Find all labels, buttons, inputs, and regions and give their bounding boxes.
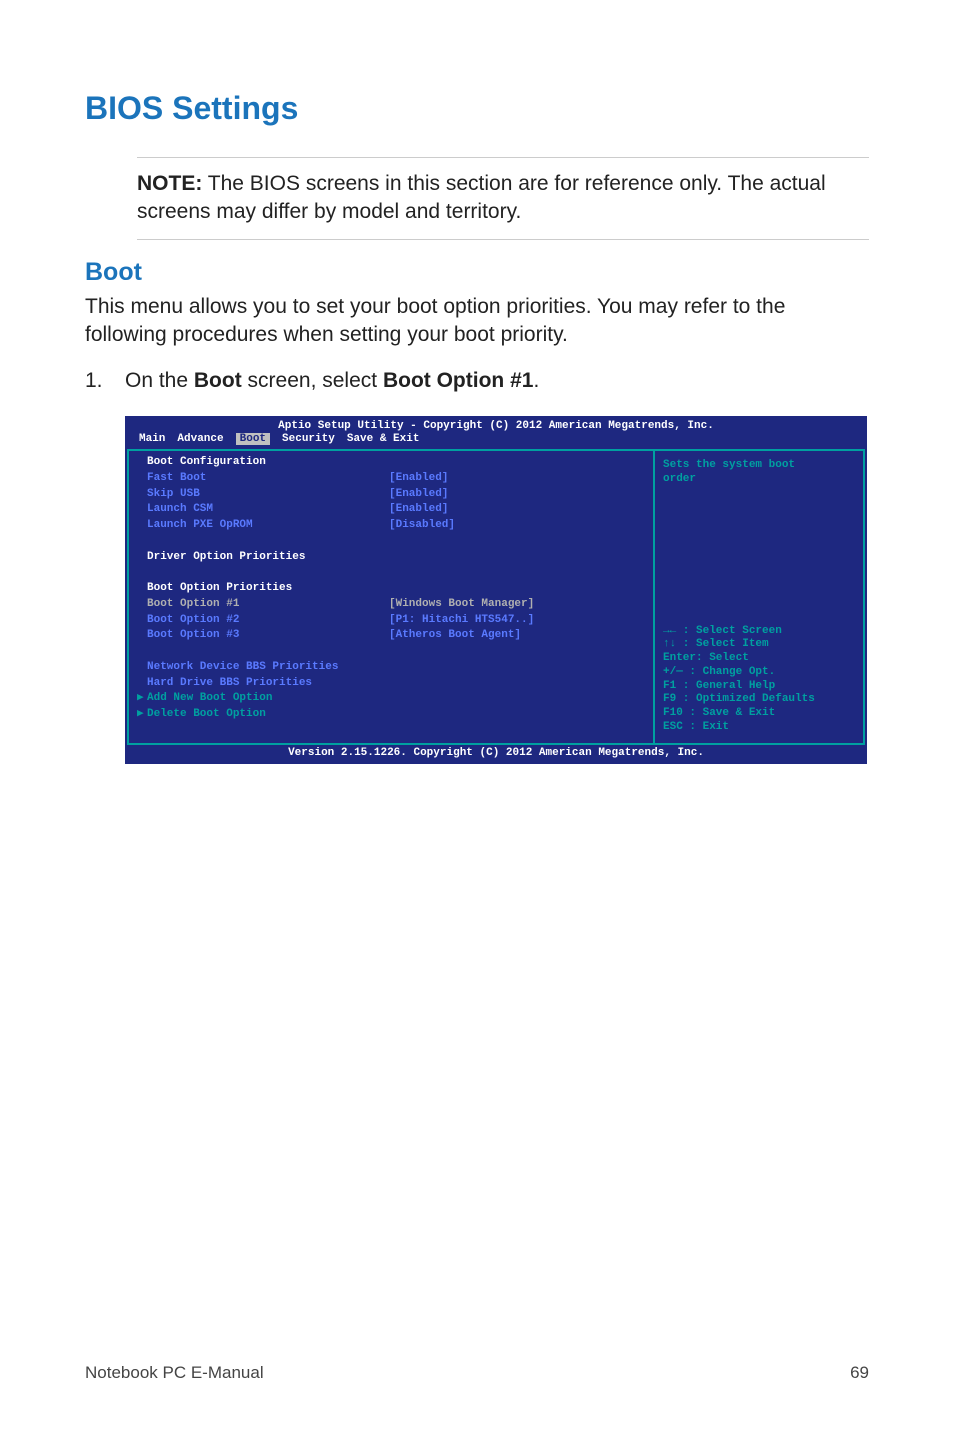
row-launch-pxe[interactable]: Launch PXE OpROM [Disabled]	[129, 518, 653, 534]
value-boot-option-1: [Windows Boot Manager]	[389, 598, 653, 612]
label-launch-csm: Launch CSM	[129, 503, 389, 517]
page-title: BIOS Settings	[85, 90, 869, 127]
key-select-screen: →← : Select Screen	[663, 625, 855, 639]
row-boot-option-1[interactable]: Boot Option #1 [Windows Boot Manager]	[129, 597, 653, 613]
step-pre: On the	[125, 369, 194, 392]
label-add-boot-option: Add New Boot Option	[147, 692, 272, 706]
intro-text: This menu allows you to set your boot op…	[85, 293, 869, 350]
row-fast-boot[interactable]: Fast Boot [Enabled]	[129, 471, 653, 487]
value-boot-option-3: [Atheros Boot Agent]	[389, 629, 653, 643]
label-harddrive-bbs: Hard Drive BBS Priorities	[129, 677, 312, 691]
label-launch-pxe: Launch PXE OpROM	[129, 519, 389, 533]
note-label: NOTE:	[137, 172, 202, 195]
row-boot-option-2[interactable]: Boot Option #2 [P1: Hitachi HTS547..]	[129, 613, 653, 629]
tab-boot[interactable]: Boot	[236, 433, 270, 445]
key-legend: →← : Select Screen ↑↓ : Select Item Ente…	[663, 625, 855, 735]
note-text: The BIOS screens in this section are for…	[137, 172, 826, 223]
key-general-help: F1 : General Help	[663, 680, 855, 694]
page-footer: Notebook PC E-Manual 69	[85, 1363, 869, 1383]
bios-title-bar: Aptio Setup Utility - Copyright (C) 2012…	[127, 418, 865, 434]
label-skip-usb: Skip USB	[129, 488, 389, 502]
step-bold-1: Boot	[194, 369, 242, 392]
bios-footer-bar: Version 2.15.1226. Copyright (C) 2012 Am…	[127, 745, 865, 763]
label-fast-boot: Fast Boot	[129, 472, 389, 486]
section-title: Boot	[85, 258, 869, 287]
help-line-2: order	[663, 473, 855, 487]
value-launch-csm: [Enabled]	[389, 503, 653, 517]
value-fast-boot: [Enabled]	[389, 472, 653, 486]
key-exit: ESC : Exit	[663, 721, 855, 735]
tab-main[interactable]: Main	[139, 433, 165, 445]
row-boot-option-3[interactable]: Boot Option #3 [Atheros Boot Agent]	[129, 628, 653, 644]
value-launch-pxe: [Disabled]	[389, 519, 653, 533]
key-change-opt: +/— : Change Opt.	[663, 666, 855, 680]
step-text: On the Boot screen, select Boot Option #…	[125, 367, 869, 395]
bios-screenshot: Aptio Setup Utility - Copyright (C) 2012…	[125, 416, 867, 765]
row-harddrive-bbs[interactable]: Hard Drive BBS Priorities	[129, 676, 653, 692]
bios-left-pane: Boot Configuration Fast Boot [Enabled] S…	[127, 451, 655, 743]
key-optimized-defaults: F9 : Optimized Defaults	[663, 693, 855, 707]
tab-security[interactable]: Security	[282, 433, 335, 445]
step-bold-2: Boot Option #1	[383, 369, 534, 392]
key-save-exit: F10 : Save & Exit	[663, 707, 855, 721]
value-boot-option-2: [P1: Hitachi HTS547..]	[389, 614, 653, 628]
row-network-bbs[interactable]: Network Device BBS Priorities	[129, 660, 653, 676]
step-post: .	[533, 369, 539, 392]
value-skip-usb: [Enabled]	[389, 488, 653, 502]
footer-right: 69	[850, 1363, 869, 1383]
row-skip-usb[interactable]: Skip USB [Enabled]	[129, 487, 653, 503]
key-enter: Enter: Select	[663, 652, 855, 666]
key-select-item: ↑↓ : Select Item	[663, 638, 855, 652]
note-block: NOTE: The BIOS screens in this section a…	[137, 157, 869, 240]
label-network-bbs: Network Device BBS Priorities	[129, 661, 338, 675]
label-boot-option-3: Boot Option #3	[129, 629, 389, 643]
heading-boot-priorities: Boot Option Priorities	[129, 582, 389, 596]
tab-advance[interactable]: Advance	[177, 433, 223, 445]
step-number: 1.	[85, 367, 125, 395]
heading-driver-priorities: Driver Option Priorities	[129, 551, 389, 565]
help-line-1: Sets the system boot	[663, 459, 855, 473]
label-boot-option-2: Boot Option #2	[129, 614, 389, 628]
row-delete-boot-option[interactable]: ▶Delete Boot Option	[129, 707, 653, 723]
triangle-icon: ▶	[137, 708, 145, 722]
row-add-boot-option[interactable]: ▶Add New Boot Option	[129, 691, 653, 707]
triangle-icon: ▶	[137, 692, 145, 706]
row-launch-csm[interactable]: Launch CSM [Enabled]	[129, 502, 653, 518]
tab-save-exit[interactable]: Save & Exit	[347, 433, 420, 445]
step-mid: screen, select	[242, 369, 383, 392]
footer-left: Notebook PC E-Manual	[85, 1363, 264, 1383]
bios-tab-row: Main Advance Boot Security Save & Exit	[127, 433, 865, 449]
step-1: 1. On the Boot screen, select Boot Optio…	[85, 367, 869, 395]
label-delete-boot-option: Delete Boot Option	[147, 708, 266, 722]
label-boot-option-1: Boot Option #1	[129, 598, 389, 612]
heading-boot-config: Boot Configuration	[129, 456, 389, 470]
bios-right-pane: Sets the system boot order →← : Select S…	[655, 451, 865, 743]
